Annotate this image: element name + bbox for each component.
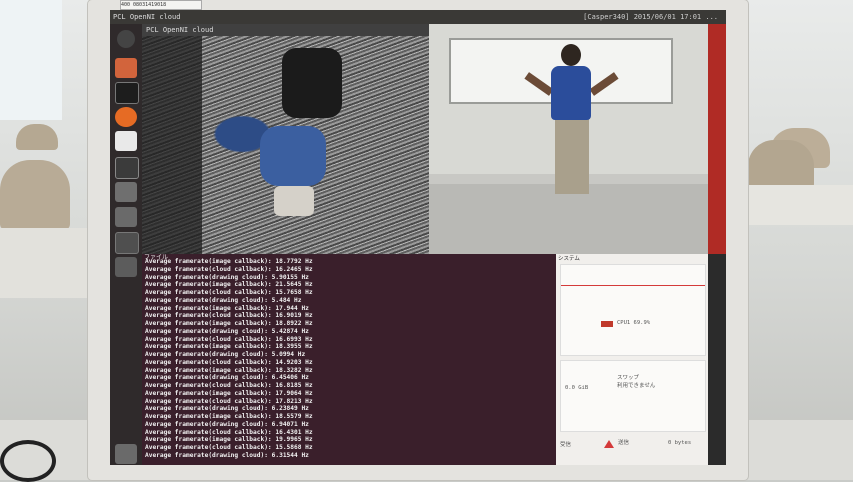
person-body <box>551 66 591 120</box>
cloud-figure-legs <box>282 48 342 118</box>
workspace-icon[interactable] <box>115 232 139 254</box>
system-monitor-window[interactable]: システム CPU1 69.9% 0.0 GiB スワップ 利用できません 受信 … <box>556 254 708 465</box>
terminal-line: Average framerate(drawing cloud): 6.3154… <box>145 451 309 459</box>
cloud-figure-lower <box>274 186 314 216</box>
memory-label: 0.0 GiB <box>565 385 589 391</box>
cpu-color-swatch[interactable] <box>601 321 613 327</box>
panel-status[interactable]: [Casper340] 2015/06/01 17:01 ... <box>583 10 718 24</box>
laptop-screen: PCL OpenNI cloud [Casper340] 2015/06/01 … <box>110 10 726 465</box>
sysmon-title: システム <box>558 256 580 262</box>
cpu-line <box>561 285 705 287</box>
upload-arrow-icon <box>604 440 614 448</box>
top-panel: PCL OpenNI cloud [Casper340] 2015/06/01 … <box>110 10 726 24</box>
terminal-line: Average framerate(cloud callback): 16.81… <box>145 382 313 389</box>
terminal-line: Average framerate(drawing cloud): 6.9407… <box>145 420 309 428</box>
person-legs <box>555 118 589 194</box>
terminal-line: Average framerate(cloud callback): 14.92… <box>145 358 313 366</box>
terminal-line: Average framerate(image callback): 18.77… <box>145 258 313 265</box>
cloud-figure-body <box>260 126 326 186</box>
terminal-line: Average framerate(image callback): 18.39… <box>145 343 313 351</box>
writer-icon[interactable] <box>115 131 137 151</box>
table <box>745 185 853 225</box>
cpu-graph: CPU1 69.9% <box>560 264 706 356</box>
drive-icon[interactable] <box>115 257 137 277</box>
pcl-window-title: PCL OpenNI cloud <box>146 26 214 34</box>
terminal-window[interactable]: ファイル Average framerate(image callback): … <box>142 254 556 465</box>
terminal-line: Average framerate(image callback): 17.94… <box>145 304 309 312</box>
files-icon[interactable] <box>115 58 137 78</box>
terminal-line: Average framerate(cloud callback): 16.90… <box>145 312 313 320</box>
swap-sublabel: 利用できません <box>617 383 656 389</box>
terminal-line: Average framerate(drawing cloud): 5.484 … <box>145 296 302 304</box>
terminal-line: Average framerate(image callback): 18.55… <box>145 413 313 420</box>
terminal-line: Average framerate(drawing cloud): 5.0994… <box>145 351 306 358</box>
terminal-line: Average framerate(image callback): 18.89… <box>145 320 313 327</box>
swap-label: スワップ <box>617 375 640 381</box>
terminal-line: Average framerate(image callback): 19.99… <box>145 436 313 444</box>
settings-icon[interactable] <box>115 207 137 227</box>
chair <box>748 140 814 190</box>
floor <box>429 184 708 254</box>
terminal-line: Average framerate(image callback): 17.90… <box>145 389 313 397</box>
terminal-line: Average framerate(cloud callback): 16.24… <box>145 265 313 273</box>
chair <box>16 124 58 150</box>
network-row: 受信 送信 0 bytes <box>560 436 704 462</box>
person-head <box>561 44 581 66</box>
dash-icon[interactable] <box>117 30 135 48</box>
app-title: PCL OpenNI cloud <box>113 13 181 21</box>
table <box>0 228 90 298</box>
laptop-sticker: 400 08031419018 <box>120 0 202 10</box>
network-receive-label: 受信 <box>560 442 572 448</box>
pcl-cloud-window[interactable]: PCL OpenNI cloud <box>142 24 429 254</box>
terminal-line: Average framerate(cloud callback): 15.58… <box>145 444 313 451</box>
trash-icon[interactable] <box>115 444 137 464</box>
firefox-icon[interactable] <box>115 107 137 127</box>
cpu-label: CPU1 69.9% <box>617 320 651 326</box>
launcher <box>110 24 142 465</box>
camera-image-view[interactable] <box>429 24 708 254</box>
chair <box>0 160 70 230</box>
room-window <box>0 0 62 120</box>
network-rate: 0 bytes <box>668 440 692 446</box>
cloud-shadow <box>142 36 202 254</box>
cable <box>0 440 56 482</box>
memory-graph: 0.0 GiB スワップ 利用できません <box>560 360 706 432</box>
terminal-line: Average framerate(drawing cloud): 6.4540… <box>145 374 309 382</box>
terminal-line: Average framerate(drawing cloud): 6.2384… <box>145 405 309 413</box>
terminal-line: Average framerate(drawing cloud): 5.4287… <box>145 327 309 335</box>
terminal-line: Average framerate(cloud callback): 15.76… <box>145 289 313 296</box>
terminal-output: Average framerate(image callback): 18.77… <box>145 258 313 460</box>
terminal-icon[interactable] <box>115 82 139 104</box>
point-cloud-view[interactable] <box>142 36 429 254</box>
system-monitor-icon[interactable] <box>115 157 139 179</box>
window-edge <box>708 24 726 254</box>
network-send-label: 送信 <box>618 440 630 446</box>
help-icon[interactable] <box>115 182 137 202</box>
terminal-line: Average framerate(image callback): 21.56… <box>145 281 313 289</box>
